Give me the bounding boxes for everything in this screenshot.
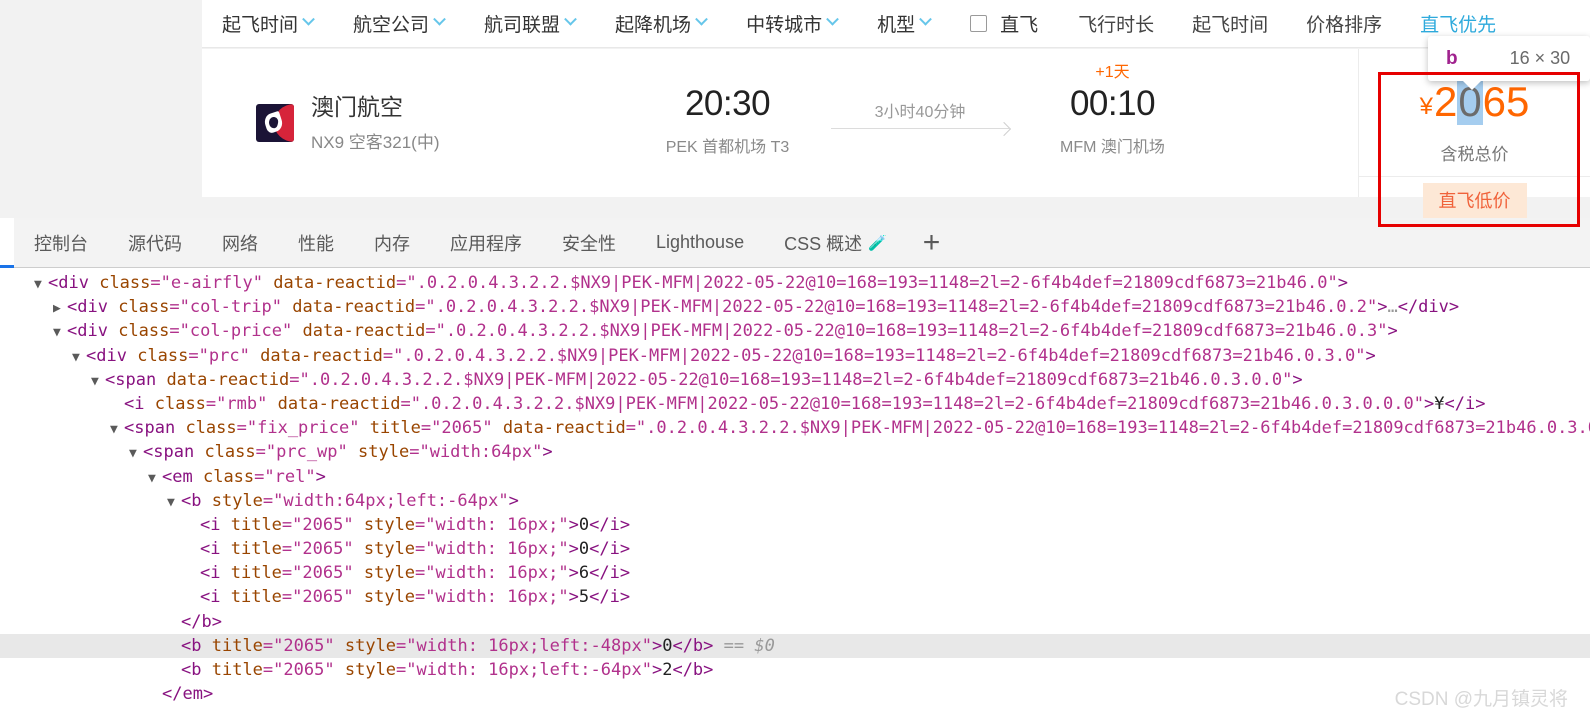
dom-tree-row[interactable]: <i class="rmb" data-reactid=".0.2.0.4.3.… — [0, 392, 1590, 416]
filter-direct-only-label: 直飞 — [1000, 15, 1039, 36]
dom-tree-row[interactable]: <i title="2065" style="width: 16px;">5</… — [0, 585, 1590, 609]
chevron-down-icon — [919, 12, 932, 26]
filter-departure-time[interactable]: 起飞时间 — [222, 10, 315, 37]
dom-tree-row[interactable]: ▶ <div class="col-trip" data-reactid=".0.… — [0, 295, 1590, 319]
filter-direct-only[interactable]: 直飞 — [970, 10, 1038, 37]
arrival-airport: MFM 澳门机场 — [1060, 138, 1165, 156]
tab-css-overview[interactable]: CSS 概述 🧪 — [764, 218, 907, 268]
screen-root: 起飞时间 航空公司 航司联盟 起降机场 中转城市 机型 直飞 飞行时长 起飞时间… — [0, 0, 1590, 721]
filter-alliance[interactable]: 航司联盟 — [484, 10, 577, 37]
twisty-open-icon[interactable]: ▼ — [148, 467, 162, 491]
tab-memory[interactable]: 内存 — [354, 218, 430, 268]
add-panel-button[interactable]: + — [907, 227, 957, 258]
flask-icon: 🧪 — [868, 234, 887, 252]
price-caption: 含税总价 — [1440, 145, 1509, 164]
dom-tree-row[interactable]: ▼ <span class="prc_wp" style="width:64px"… — [0, 440, 1590, 464]
twisty-open-icon[interactable]: ▼ — [110, 418, 124, 442]
dom-tree-row[interactable]: ▼ <div class="prc" data-reactid=".0.2.0.4… — [0, 344, 1590, 368]
filter-aircraft-type-label: 机型 — [877, 15, 916, 36]
dom-tree-view[interactable]: ▼ <div class="e-airfly" data-reactid=".0.… — [0, 268, 1590, 721]
filter-airports[interactable]: 起降机场 — [615, 10, 708, 37]
chevron-down-icon — [564, 12, 577, 26]
filter-aircraft-type[interactable]: 机型 — [877, 10, 932, 37]
departure-block: 20:30 PEK 首都机场 T3 — [643, 85, 813, 157]
filter-toolbar: 起飞时间 航空公司 航司联盟 起降机场 中转城市 机型 直飞 飞行时长 起飞时间… — [202, 0, 1590, 48]
price-digit-3: 5 — [1506, 78, 1530, 125]
filter-alliance-label: 航司联盟 — [484, 15, 561, 36]
arrival-time: 00:10 — [1069, 84, 1156, 124]
arrow-line-icon — [831, 127, 1009, 129]
dom-tree-row[interactable]: <i title="2065" style="width: 16px;">6</… — [0, 561, 1590, 585]
dom-tree-row[interactable]: </b> — [0, 610, 1590, 634]
inspected-dimensions: 16 × 30 — [1509, 48, 1571, 68]
departure-time: 20:30 — [684, 84, 771, 124]
dom-tree-row[interactable]: <b title="2065" style="width: 16px;left:… — [0, 633, 1590, 658]
price-footer: 直飞低价 — [1359, 176, 1590, 218]
twisty-open-icon[interactable]: ▼ — [167, 491, 181, 515]
departure-airport: PEK 首都机场 T3 — [665, 138, 790, 156]
chevron-down-icon — [302, 12, 315, 26]
direct-low-price-tag: 直飞低价 — [1422, 183, 1527, 218]
twisty-closed-icon[interactable]: ▶ — [53, 297, 67, 321]
filter-transfer-city-label: 中转城市 — [746, 15, 823, 36]
dom-tree-row[interactable]: ▼ <span class="fix_price" title="2065" da… — [0, 416, 1590, 440]
currency-symbol: ¥ — [1419, 93, 1433, 120]
tab-lighthouse[interactable]: Lighthouse — [636, 218, 764, 268]
arrival-day-offset: +1天 — [1095, 64, 1130, 82]
tab-css-overview-label: CSS 概述 — [784, 233, 863, 254]
devtools-panel: 控制台 源代码 网络 性能 内存 应用程序 安全性 Lighthouse CSS… — [0, 217, 1590, 721]
tab-application[interactable]: 应用程序 — [430, 218, 542, 268]
dom-tree-row[interactable]: ▼ <em class="rel"> — [0, 465, 1590, 489]
airline-name: 澳门航空 — [311, 93, 403, 120]
filter-airline[interactable]: 航空公司 — [353, 10, 446, 37]
tab-sources[interactable]: 源代码 — [108, 218, 202, 268]
flight-duration: 3小时40分钟 — [874, 103, 966, 121]
dom-tree-row[interactable]: <b title="2065" style="width: 16px;left:… — [0, 658, 1590, 682]
filter-transfer-city[interactable]: 中转城市 — [746, 10, 839, 37]
price-digit-0: 2 — [1433, 78, 1458, 125]
element-inspector-tooltip: b 16 × 30 — [1428, 36, 1590, 90]
tab-elements-selected[interactable] — [0, 217, 14, 268]
sort-duration[interactable]: 飞行时长 — [1078, 10, 1154, 37]
sort-price[interactable]: 价格排序 — [1306, 10, 1382, 37]
tab-network[interactable]: 网络 — [202, 218, 278, 268]
inspected-tag-name: b — [1446, 47, 1458, 69]
duration-block: 3小时40分钟 — [813, 98, 1028, 145]
twisty-open-icon[interactable]: ▼ — [34, 273, 48, 297]
sort-departure-time[interactable]: 起飞时间 — [1192, 10, 1268, 37]
dom-tree-row[interactable]: ▼ <b style="width:64px;left:-64px"> — [0, 489, 1590, 513]
chevron-down-icon — [826, 12, 839, 26]
watermark: CSDN @九月镇灵将 — [1394, 689, 1568, 710]
airline-column: 澳门航空 NX9 空客321(中) — [202, 49, 482, 197]
twisty-open-icon[interactable]: ▼ — [53, 321, 67, 345]
dom-tree-row[interactable]: </em> — [0, 682, 1590, 706]
filter-airline-label: 航空公司 — [353, 15, 430, 36]
checkbox-icon[interactable] — [970, 15, 988, 32]
dom-tree-row[interactable]: <i title="2065" style="width: 16px;">0</… — [0, 513, 1590, 537]
flight-result-card[interactable]: 澳门航空 NX9 空客321(中) 20:30 PEK 首都机场 T3 3小时4… — [202, 49, 1590, 218]
flight-times-column: 20:30 PEK 首都机场 T3 3小时40分钟 +1天 00:10 MFM … — [482, 49, 1358, 197]
chevron-down-icon — [695, 12, 708, 26]
twisty-open-icon[interactable]: ▼ — [91, 370, 105, 394]
sort-direct-first[interactable]: 直飞优先 — [1420, 10, 1496, 37]
dom-tree-row[interactable]: <i title="2065" style="width: 16px;">0</… — [0, 537, 1590, 561]
devtools-tabbar: 控制台 源代码 网络 性能 内存 应用程序 安全性 Lighthouse CSS… — [0, 217, 1590, 268]
dom-tree-row[interactable]: ▼ <div class="col-price" data-reactid=".0… — [0, 319, 1590, 343]
tab-console[interactable]: 控制台 — [14, 218, 108, 268]
dom-tree-row[interactable]: ▼ <div class="e-airfly" data-reactid=".0.… — [0, 271, 1590, 295]
tab-performance[interactable]: 性能 — [278, 218, 354, 268]
filter-airports-label: 起降机场 — [615, 15, 692, 36]
twisty-open-icon[interactable]: ▼ — [72, 346, 86, 370]
tab-security[interactable]: 安全性 — [542, 218, 636, 268]
flight-number-aircraft: NX9 空客321(中) — [311, 133, 440, 153]
arrival-block: +1天 00:10 MFM 澳门机场 — [1028, 64, 1198, 157]
twisty-open-icon[interactable]: ▼ — [129, 442, 143, 466]
airline-text-block: 澳门航空 NX9 空客321(中) — [311, 93, 439, 154]
airline-logo-icon — [256, 104, 294, 142]
dom-tree-row[interactable]: ▼ <span data-reactid=".0.2.0.4.3.2.2.$NX9… — [0, 368, 1590, 392]
flight-search-page: 起飞时间 航空公司 航司联盟 起降机场 中转城市 机型 直飞 飞行时长 起飞时间… — [0, 0, 1590, 227]
filter-departure-time-label: 起飞时间 — [222, 15, 299, 36]
price-digit-2: 6 — [1482, 78, 1507, 125]
chevron-down-icon — [433, 12, 446, 26]
